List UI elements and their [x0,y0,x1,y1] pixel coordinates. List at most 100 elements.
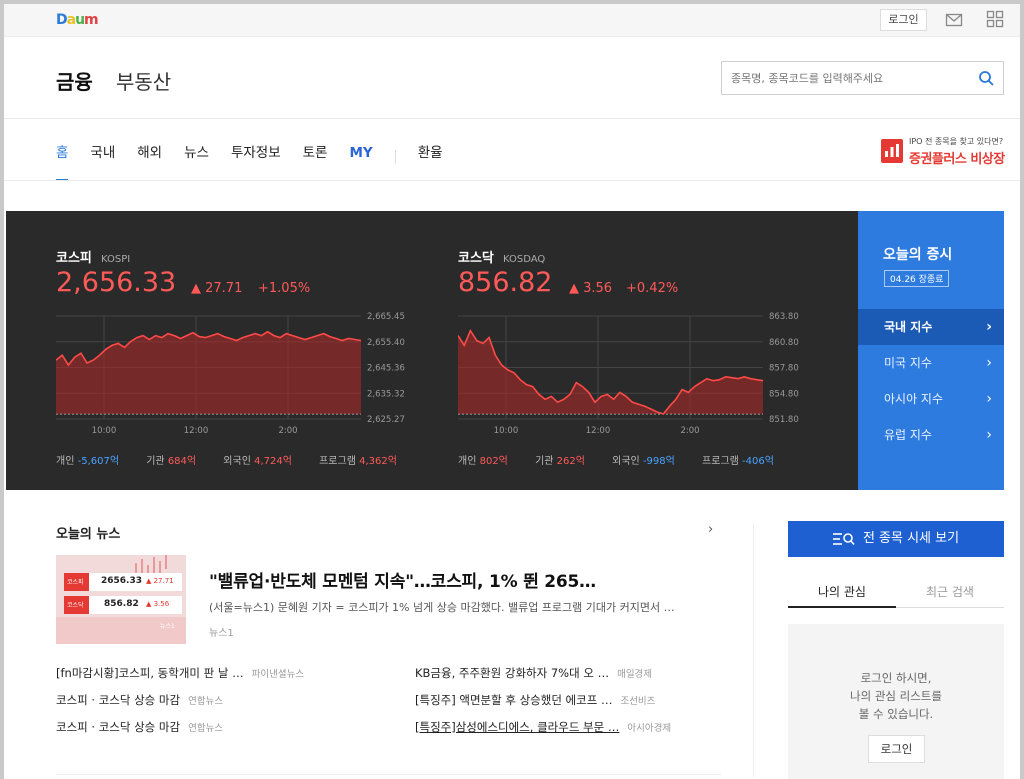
tab-my-interest[interactable]: 나의 관심 [788,580,896,608]
interest-tabs: 나의 관심 최근 검색 [788,580,1004,608]
kosdaq-investors: 개인 802억 기관 262억 외국인 -998억 프로그램 -406억 [458,452,774,467]
today-item-europe-index[interactable]: 유럽 지수 › [858,417,1004,453]
y-tick-label: 2,645.36 [367,364,405,374]
top-login-button[interactable]: 로그인 [880,9,927,31]
thumb-kospi-value: 2656.33 [101,576,142,586]
news-item-title: 코스피 · 코스닥 상승 마감 [56,693,181,707]
chevron-right-icon: › [986,319,992,335]
column-divider [753,523,754,777]
nav-home[interactable]: 홈 [56,133,69,181]
kosdaq-percent: +0.42% [626,281,679,296]
news-item-source: 매일경제 [617,669,653,680]
main-nav: 홈 국내 해외 뉴스 투자정보 토론 MY 환율 [56,132,465,182]
chevron-right-icon: › [986,391,992,407]
x-tick-label: 2:00 [680,426,699,436]
investor-label: 외국인 [612,456,640,467]
kospi-heading[interactable]: 코스피 KOSPI [56,247,130,266]
thumb-kospi-label: 코스피 [67,579,84,586]
kosdaq-value: 856.82 [458,267,553,298]
nav-my[interactable]: MY [349,133,372,181]
chart-area-fill [458,330,763,414]
x-tick-label: 10:00 [92,426,117,436]
today-item-asia-index[interactable]: 아시아 지수 › [858,381,1004,417]
login-prompt-line: 볼 수 있습니다. [858,707,934,721]
nav-discussion[interactable]: 토론 [303,133,328,181]
x-tick-label: 12:00 [184,426,209,436]
mail-icon[interactable] [945,11,963,29]
all-stock-quotes-label: 전 종목 시세 보기 [862,531,960,546]
investor-value: 802억 [479,456,508,467]
y-tick-label: 854.80 [769,389,799,399]
x-tick-label: 12:00 [586,426,611,436]
nav-news[interactable]: 뉴스 [184,133,209,181]
list-search-icon [832,532,855,545]
nav-separator [394,150,396,164]
investor-label: 프로그램 [702,456,739,467]
login-prompt-line: 나의 관심 리스트를 [850,689,942,703]
news-section-title: 오늘의 뉴스 [56,527,121,542]
x-tick-label: 10:00 [494,426,519,436]
investor-value: -406억 [742,456,774,467]
investor-value: 4,724억 [254,456,292,467]
search-input[interactable] [731,69,971,87]
news-item-title: [특징주]삼성에스디에스, 클라우드 부문 … [415,720,620,734]
apps-grid-icon[interactable] [986,10,1004,28]
top-news-summary[interactable]: (서울=뉴스1) 문혜원 기자 = 코스피가 1% 넘게 상승 마감했다. 밸류… [209,599,675,615]
kosdaq-code: KOSDAQ [502,254,546,265]
nav-investment-info[interactable]: 투자정보 [231,133,281,181]
y-tick-label: 2,665.45 [367,312,405,322]
promo-banner[interactable]: IPO 전 종목을 찾고 있다면? 증권플러스 비상장 [881,136,1005,167]
chevron-right-icon: › [986,355,992,371]
promo-badge-icon [881,139,903,163]
investor-value: -5,607억 [77,456,120,467]
news-more-chevron-icon[interactable]: › [708,522,713,537]
news-item-title: [특징주] 액면분할 후 상승했던 에코프 … [415,693,613,707]
search-icon[interactable] [978,70,995,87]
today-item-domestic-index[interactable]: 국내 지수 › [858,309,1004,345]
news-list-item[interactable]: KB금융, 주주환원 강화하자 7%대 오 … 매일경제 [415,665,652,681]
investor-value: 4,362억 [359,456,397,467]
news-bottom-divider [56,774,721,775]
news-thumbnail[interactable]: 코스피 2656.33 ▲ 27.71 코스닥 856.82 ▲ 3.56 뉴스… [56,555,186,644]
y-tick-label: 2,655.40 [367,338,405,348]
kosdaq-name: 코스닥 [458,251,494,266]
kospi-name: 코스피 [56,251,92,266]
all-stock-quotes-button[interactable]: 전 종목 시세 보기 [788,521,1004,557]
y-tick-label: 857.80 [769,364,799,374]
daum-logo[interactable]: Daum [56,12,99,28]
news-item-title: [fn마감시황]코스피, 동학개미 판 날 … [56,666,244,680]
thumb-kospi-change: ▲ 27.71 [146,577,174,585]
news-list-item[interactable]: [특징주] 액면분할 후 상승했던 에코프 … 조선비즈 [415,692,655,708]
today-item-label: 유럽 지수 [884,428,932,442]
news-list-item[interactable]: [특징주]삼성에스디에스, 클라우드 부문 … 아시아경제 [415,719,671,735]
kosdaq-heading[interactable]: 코스닥 KOSDAQ [458,247,545,266]
interest-login-box: 로그인 하시면, 나의 관심 리스트를 볼 수 있습니다. 로그인 [788,624,1004,779]
kospi-intraday-chart[interactable]: 2,665.45 2,655.40 2,645.36 2,635.32 2,625.27… [56,311,426,439]
login-prompt-line: 로그인 하시면, [860,671,932,685]
tab-realestate[interactable]: 부동산 [116,66,171,95]
kospi-change: ▲ 27.71 [191,281,243,296]
y-tick-label: 863.80 [769,312,799,322]
login-prompt-message: 로그인 하시면, 나의 관심 리스트를 볼 수 있습니다. [788,669,1004,723]
news-list-item[interactable]: 코스피 · 코스닥 상승 마감 연합뉴스 [56,719,223,735]
news-list-item[interactable]: [fn마감시황]코스피, 동학개미 판 날 … 파이낸셜뉴스 [56,665,304,681]
nav-exchange-rate[interactable]: 환율 [418,133,443,181]
chevron-right-icon: › [986,427,992,443]
kosdaq-intraday-chart[interactable]: 863.80 860.80 857.80 854.80 851.80 10:00 12:00… [458,311,828,439]
news-list-item[interactable]: 코스피 · 코스닥 상승 마감 연합뉴스 [56,692,223,708]
tab-recent-search[interactable]: 최근 검색 [896,580,1004,604]
nav-domestic[interactable]: 국내 [90,133,115,181]
thumb-kosdaq-label: 코스닥 [67,602,84,609]
kospi-investors: 개인 -5,607억 기관 684억 외국인 4,724억 프로그램 4,362… [56,452,397,467]
interest-login-button[interactable]: 로그인 [868,735,925,763]
investor-label: 프로그램 [319,456,356,467]
investor-value: -998억 [642,456,675,467]
today-item-us-index[interactable]: 미국 지수 › [858,345,1004,381]
top-news-headline[interactable]: "밸류업·반도체 모멘텀 지속"…코스피, 1% 뛴 265… [209,567,596,592]
tab-finance[interactable]: 금융 [56,66,93,95]
nav-overseas[interactable]: 해외 [137,133,162,181]
top-news-source: 뉴스1 [209,628,234,639]
investor-label: 기관 [535,456,554,467]
y-tick-label: 2,635.32 [367,389,405,399]
market-close-badge: 04.26 장종료 [884,270,950,287]
